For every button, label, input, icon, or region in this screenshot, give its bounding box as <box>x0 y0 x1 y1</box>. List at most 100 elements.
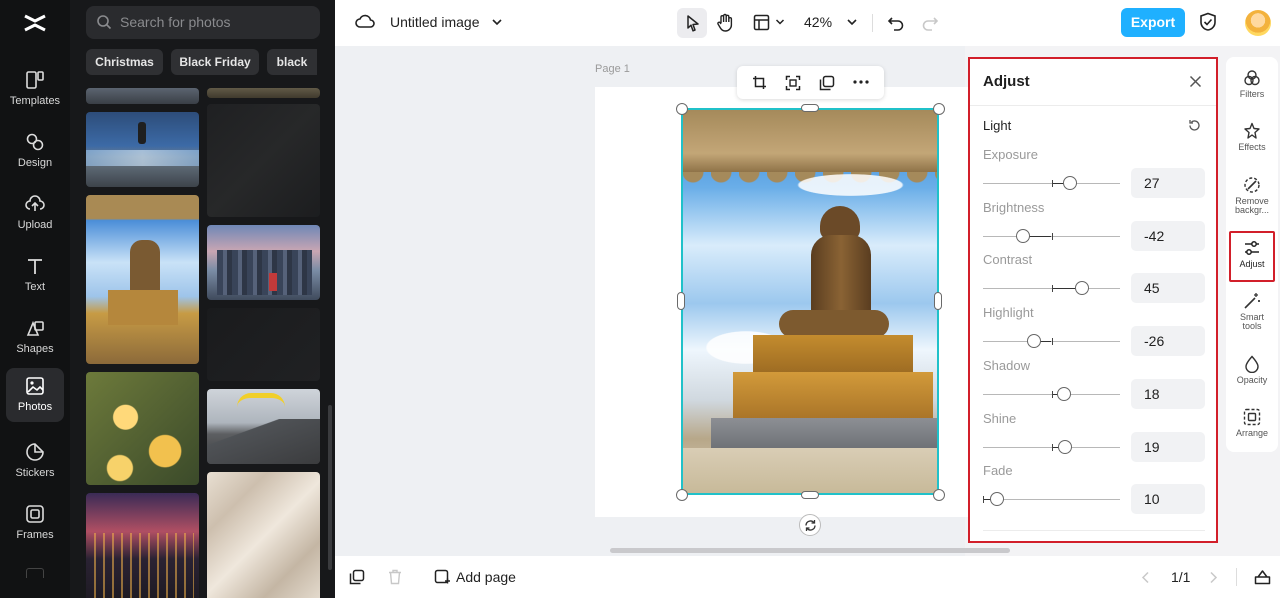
slider-label: Brightness <box>983 199 1045 215</box>
slider-knob[interactable] <box>1015 228 1030 243</box>
nav-stickers-label: Stickers <box>15 467 55 479</box>
design-icon <box>26 133 44 151</box>
photo-thumbnail-paraglider[interactable] <box>207 389 320 464</box>
avatar[interactable] <box>1245 10 1271 36</box>
remove-background-icon <box>1244 177 1260 193</box>
photo-thumbnail-city-night[interactable] <box>86 493 199 598</box>
trash-icon[interactable] <box>388 569 402 585</box>
reset-icon[interactable] <box>1188 119 1201 132</box>
duplicate-icon[interactable] <box>819 75 835 91</box>
export-button[interactable]: Export <box>1121 8 1185 37</box>
close-icon[interactable] <box>1189 75 1202 88</box>
capcut-logo-icon[interactable] <box>22 10 48 36</box>
nav-stickers[interactable]: Stickers <box>6 434 64 488</box>
selected-photo[interactable] <box>681 108 939 495</box>
resize-handle-bottom[interactable] <box>801 491 819 499</box>
photo-thumbnail[interactable] <box>207 88 320 98</box>
photo-thumbnail-flowers[interactable] <box>86 372 199 485</box>
rotate-button[interactable] <box>799 514 821 536</box>
photo-thumbnail-buddha[interactable] <box>86 195 199 364</box>
undo-icon[interactable] <box>887 14 905 31</box>
add-page-icon[interactable] <box>434 569 451 586</box>
slider-value-input[interactable]: 18 <box>1131 378 1205 409</box>
opacity-tool[interactable]: Opacity <box>1226 355 1278 385</box>
effects-tool[interactable]: Effects <box>1226 122 1278 152</box>
resize-handle-top-left[interactable] <box>676 103 688 115</box>
photos-panel: Search for photos Christmas Black Friday… <box>70 0 335 598</box>
slider-knob[interactable] <box>989 492 1004 507</box>
cloud-icon[interactable] <box>355 13 375 31</box>
chevron-down-icon[interactable] <box>775 18 785 26</box>
shield-icon[interactable] <box>1199 12 1217 32</box>
photo-thumbnail-black[interactable] <box>207 308 320 381</box>
chip-christmas[interactable]: Christmas <box>86 49 163 75</box>
redo-icon[interactable] <box>921 14 939 31</box>
more-icon[interactable] <box>26 568 44 578</box>
remove-background-tool[interactable]: Remove backgr... <box>1226 176 1278 215</box>
adjust-tool[interactable]: Adjust <box>1229 231 1275 282</box>
arrange-icon <box>1243 408 1261 426</box>
hand-icon[interactable] <box>716 13 734 32</box>
slider-knob[interactable] <box>1062 176 1077 190</box>
chip-black[interactable]: black <box>267 49 317 75</box>
panel-scrollbar[interactable] <box>328 405 332 570</box>
slider-label: Exposure <box>983 147 1038 162</box>
nav-photos[interactable]: Photos <box>6 368 64 422</box>
divider <box>983 530 1205 531</box>
resize-handle-bottom-left[interactable] <box>676 489 688 501</box>
chevron-right-icon[interactable] <box>1209 571 1218 584</box>
nav-templates[interactable]: Templates <box>6 62 64 116</box>
slider-value-input[interactable]: 10 <box>1131 484 1205 515</box>
crop-icon[interactable] <box>752 75 767 90</box>
slider-knob[interactable] <box>1056 386 1071 401</box>
photo-thumbnail-silk[interactable] <box>207 472 320 598</box>
canvas-horizontal-scrollbar[interactable] <box>610 548 1010 553</box>
adjust-panel: Adjust Light Exposure 27 Brightness -42 Cont… <box>968 57 1218 543</box>
nav-shapes[interactable]: Shapes <box>6 310 64 364</box>
photo-thumbnail[interactable]: ​ <box>86 112 199 187</box>
remove-background-label-2: backgr... <box>1234 205 1270 215</box>
resize-handle-left[interactable] <box>677 292 685 310</box>
chevron-down-icon[interactable] <box>491 17 503 27</box>
nav-shapes-label: Shapes <box>16 343 54 355</box>
slider-origin-tick <box>1051 232 1053 240</box>
photo-thumbnail-skyline[interactable] <box>207 225 320 300</box>
slider-value-input[interactable]: 19 <box>1131 431 1205 462</box>
nav-design[interactable]: Design <box>6 124 64 178</box>
slider-value-input[interactable]: 27 <box>1131 168 1205 198</box>
resize-handle-top-right[interactable] <box>933 103 945 115</box>
nav-photos-label: Photos <box>17 401 53 413</box>
slider-value-input[interactable]: -42 <box>1131 220 1205 251</box>
slider-knob[interactable] <box>1075 281 1090 296</box>
replace-icon[interactable] <box>785 75 801 91</box>
search-input[interactable]: Search for photos <box>86 6 320 39</box>
light-section-title: Light <box>983 118 1012 133</box>
slider-knob[interactable] <box>1026 334 1041 349</box>
left-navigation: Templates Design Upload Text Shapes Phot… <box>0 0 70 598</box>
nav-upload[interactable]: Upload <box>6 186 64 240</box>
chevron-left-icon[interactable] <box>1141 571 1150 584</box>
document-title[interactable]: Untitled image <box>390 14 480 30</box>
chip-black-friday[interactable]: Black Friday <box>171 49 259 75</box>
select-tool-button[interactable] <box>677 8 707 38</box>
slider-value-input[interactable]: -26 <box>1131 326 1205 357</box>
add-page-button[interactable]: Add page <box>456 569 516 585</box>
duplicate-page-icon[interactable] <box>349 569 365 585</box>
resize-handle-top[interactable] <box>801 104 819 112</box>
smart-tools-tool[interactable]: Smart tools <box>1226 292 1278 331</box>
photo-thumbnail[interactable] <box>86 88 199 104</box>
slider-knob[interactable] <box>1057 439 1072 454</box>
resize-handle-right[interactable] <box>934 292 942 310</box>
layers-icon[interactable] <box>1254 569 1271 585</box>
slider-value-input[interactable]: 45 <box>1131 273 1205 304</box>
photo-thumbnail-dark-texture[interactable] <box>207 104 320 217</box>
more-options-icon[interactable] <box>853 80 869 84</box>
nav-frames[interactable]: Frames <box>6 496 64 550</box>
arrange-tool[interactable]: Arrange <box>1226 408 1278 438</box>
zoom-level[interactable]: 42% <box>804 14 832 30</box>
layout-icon[interactable] <box>753 14 770 31</box>
filters-tool[interactable]: Filters <box>1226 69 1278 99</box>
resize-handle-bottom-right[interactable] <box>933 489 945 501</box>
nav-text[interactable]: Text <box>6 248 64 302</box>
chevron-down-icon[interactable] <box>846 17 858 27</box>
